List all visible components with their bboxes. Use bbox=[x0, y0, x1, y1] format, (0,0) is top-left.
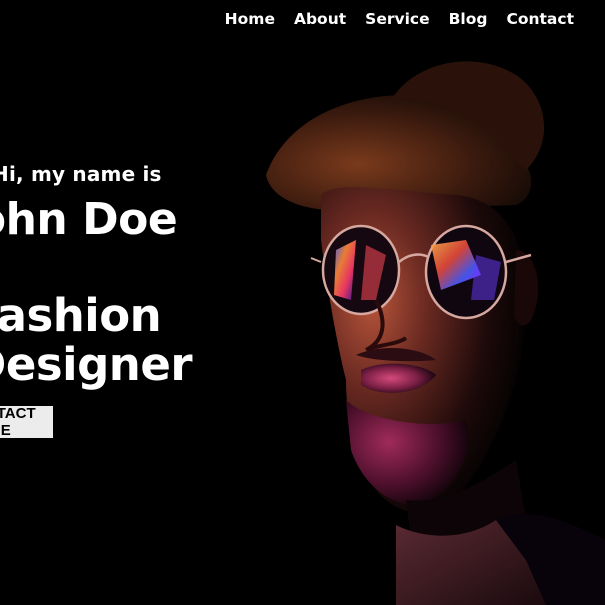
hero-role-line2: Designer bbox=[0, 338, 193, 391]
contact-me-button[interactable]: CONTACT ME bbox=[0, 405, 53, 439]
nav-item-home[interactable]: Home bbox=[225, 8, 275, 30]
hero-role-line1: Fashion bbox=[0, 289, 162, 342]
nav-item-contact[interactable]: Contact bbox=[506, 8, 574, 30]
hero-text-block: Hi, my name is John Doe Fashion Designer… bbox=[0, 0, 230, 605]
hero-portrait-image bbox=[226, 0, 605, 605]
nav-item-blog[interactable]: Blog bbox=[449, 8, 488, 30]
nav-item-service[interactable]: Service bbox=[365, 8, 429, 30]
main-nav: Home About Service Blog Contact bbox=[225, 8, 574, 30]
nav-item-about[interactable]: About bbox=[294, 8, 346, 30]
hero-name: John Doe bbox=[0, 194, 178, 245]
hero-greeting: Hi, my name is bbox=[0, 162, 162, 186]
hero-section: Home About Service Blog Contact Hi, my n… bbox=[0, 0, 605, 605]
